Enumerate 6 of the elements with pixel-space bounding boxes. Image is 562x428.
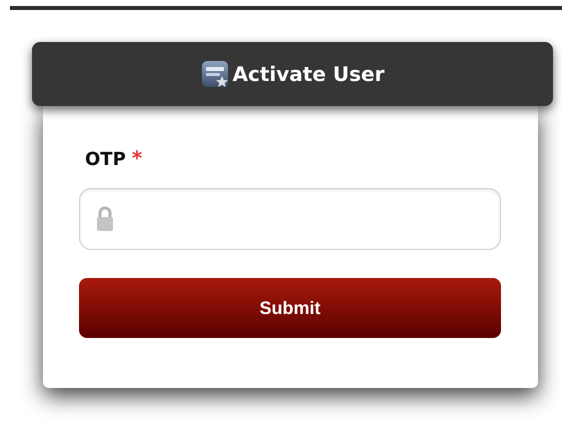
submit-button[interactable]: Submit [79,278,501,338]
otp-field[interactable] [79,188,501,250]
field-label: OTP [85,149,126,170]
lock-icon [96,206,114,232]
dialog-title: Activate User [232,62,384,86]
required-mark: * [132,146,142,170]
